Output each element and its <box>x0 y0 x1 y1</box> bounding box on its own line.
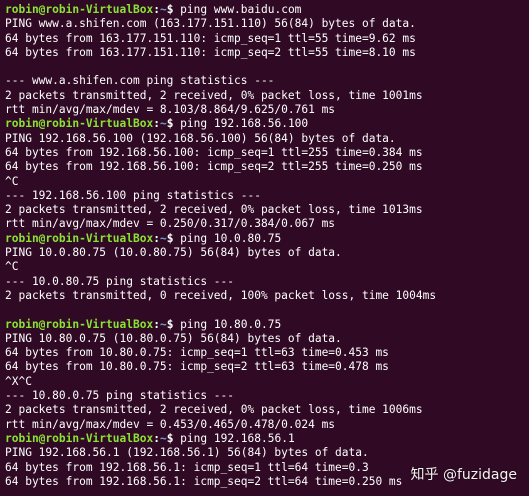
output-line: PING 192.168.56.1 (192.168.56.1) 56(84) … <box>5 446 369 460</box>
terminal-output: robin@robin-VirtualBox:~$ ping www.baidu… <box>5 3 529 489</box>
output-line: PING 192.168.56.100 (192.168.56.100) 56(… <box>5 131 396 145</box>
watermark: 知乎 @fuzidage <box>410 467 517 483</box>
output-line: PING 10.80.0.75 (10.80.0.75) 56(84) byte… <box>5 331 342 345</box>
output-line: 64 bytes from 163.177.151.110: icmp_seq=… <box>5 31 416 45</box>
prompt-line: robin@robin-VirtualBox:~$ ping 10.0.80.7… <box>5 232 529 246</box>
prompt-separator: : <box>153 431 160 445</box>
command-text: ping www.baidu.com <box>173 3 302 16</box>
output-line: 64 bytes from 192.168.56.100: icmp_seq=1… <box>5 145 423 159</box>
terminal-window[interactable]: robin@robin-VirtualBox:~$ ping www.baidu… <box>0 0 529 496</box>
output-line: 64 bytes from 10.80.0.75: icmp_seq=2 ttl… <box>5 360 389 374</box>
output-line: --- 10.80.0.75 ping statistics --- <box>5 389 235 403</box>
prompt-line: robin@robin-VirtualBox:~$ ping 192.168.5… <box>5 117 529 131</box>
prompt-path: ~ <box>159 431 167 445</box>
output-line: rtt min/avg/max/mdev = 8.103/8.864/9.625… <box>5 103 336 117</box>
output-line: PING www.a.shifen.com (163.177.151.110) … <box>5 17 416 31</box>
prompt-user: robin@robin-VirtualBox <box>5 117 154 131</box>
output-line: --- www.a.shifen.com ping statistics --- <box>5 74 275 88</box>
prompt-line: robin@robin-VirtualBox:~$ ping www.baidu… <box>5 3 529 17</box>
output-line: 2 packets transmitted, 2 received, 0% pa… <box>5 88 423 102</box>
output-line: 2 packets transmitted, 2 received, 0% pa… <box>5 203 423 217</box>
output-line: ^C <box>5 174 19 188</box>
output-line: 64 bytes from 10.80.0.75: icmp_seq=1 ttl… <box>5 346 389 360</box>
output-line: 2 packets transmitted, 0 received, 100% … <box>5 288 437 302</box>
output-line: --- 10.0.80.75 ping statistics --- <box>5 274 235 288</box>
command-text: ping 192.168.56.100 <box>173 117 309 131</box>
command-text: ping 192.168.56.1 <box>173 431 295 445</box>
prompt-line: robin@robin-VirtualBox:~$ ping 10.80.0.7… <box>5 318 529 332</box>
output-line: 64 bytes from 192.168.56.100: icmp_seq=2… <box>5 160 423 174</box>
prompt-path: ~ <box>159 231 167 245</box>
output-line: --- 192.168.56.100 ping statistics --- <box>5 188 261 202</box>
prompt-separator: : <box>153 317 160 331</box>
prompt-user: robin@robin-VirtualBox <box>5 431 154 445</box>
command-text: ping 10.0.80.75 <box>173 231 282 245</box>
prompt-separator: : <box>153 231 160 245</box>
output-line: PING 10.0.80.75 (10.0.80.75) 56(84) byte… <box>5 246 342 260</box>
output-line: ^X^C <box>5 374 32 388</box>
output-line: 2 packets transmitted, 2 received, 0% pa… <box>5 403 423 417</box>
output-line: rtt min/avg/max/mdev = 0.453/0.465/0.478… <box>5 417 336 431</box>
prompt-user: robin@robin-VirtualBox <box>5 3 154 16</box>
prompt-path: ~ <box>159 317 167 331</box>
prompt-path: ~ <box>159 117 167 131</box>
prompt-path: ~ <box>159 3 167 16</box>
prompt-line: robin@robin-VirtualBox:~$ ping 192.168.5… <box>5 432 529 446</box>
output-line: ^C <box>5 260 19 274</box>
prompt-separator: : <box>153 117 160 131</box>
output-line: 64 bytes from 163.177.151.110: icmp_seq=… <box>5 45 416 59</box>
prompt-separator: : <box>153 3 160 16</box>
output-line: rtt min/avg/max/mdev = 0.250/0.317/0.384… <box>5 217 336 231</box>
prompt-user: robin@robin-VirtualBox <box>5 317 154 331</box>
prompt-user: robin@robin-VirtualBox <box>5 231 154 245</box>
command-text: ping 10.80.0.75 <box>173 317 282 331</box>
